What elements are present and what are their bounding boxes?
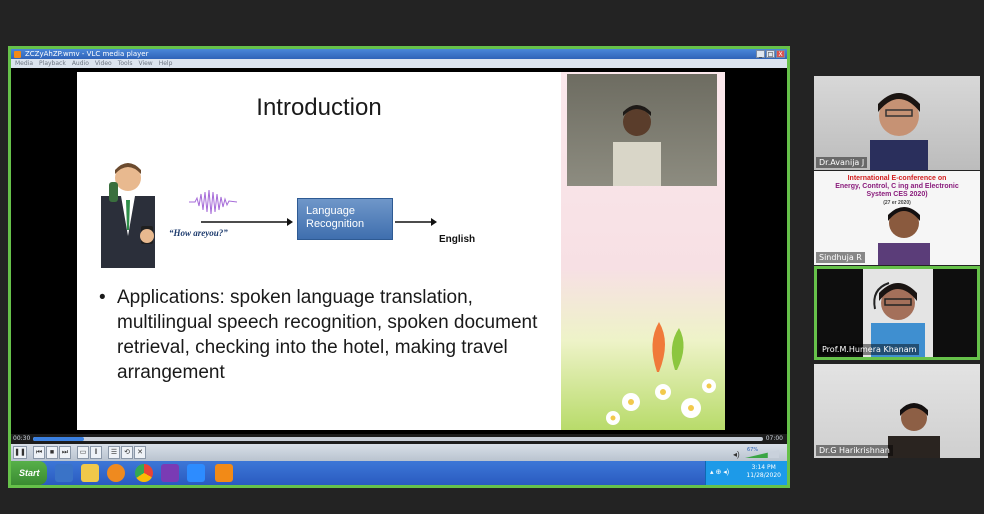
menu-video[interactable]: Video <box>95 59 112 68</box>
presentation-slide: Introduction “How areyou?” Language Reco… <box>77 72 561 430</box>
participant-tile[interactable]: Dr.Avanija J <box>814 76 980 170</box>
start-label: Start <box>19 468 40 478</box>
volume-slider[interactable]: 67% ◂) <box>733 446 781 459</box>
video-area[interactable]: Introduction “How areyou?” Language Reco… <box>11 68 787 434</box>
explorer-icon[interactable] <box>55 464 73 482</box>
participant-name: Sindhuja R <box>816 252 865 263</box>
shuffle-button[interactable]: ✕ <box>134 446 146 459</box>
participant-video <box>878 207 930 265</box>
participant-tile-active[interactable]: Prof.M.Humera Khanam <box>814 266 980 360</box>
fullscreen-button[interactable]: ▭ <box>77 446 89 459</box>
total-time: 07:00 <box>765 435 783 442</box>
folder-icon[interactable] <box>81 464 99 482</box>
seek-bar-row: 00:30 07:00 <box>11 434 787 444</box>
vlc-title-bar: ZCZyAhZP.wmv - VLC media player _ □ X <box>11 49 787 59</box>
bullet-dot-icon: • <box>99 287 106 308</box>
output-label: English <box>439 234 476 245</box>
media-player-icon[interactable] <box>107 464 125 482</box>
speech-quote: “How areyou?” <box>169 228 228 238</box>
businessman-phone-icon <box>101 163 155 268</box>
minimize-button[interactable]: _ <box>756 50 765 58</box>
loop-button[interactable]: ⟲ <box>121 446 133 459</box>
poster-line: System <box>866 191 892 198</box>
arrow-to-output-icon <box>395 218 437 226</box>
leaves-decoration <box>652 322 684 372</box>
windows-taskbar: Start ▴ ⊕ ◂) 3:14 PM 11/28/2020 <box>11 461 787 485</box>
previous-button[interactable]: ⏮ <box>33 446 45 459</box>
onenote-icon[interactable] <box>161 464 179 482</box>
vlc-menu-bar: Media Playback Audio Video Tools View He… <box>11 59 787 68</box>
window-controls: _ □ X <box>756 50 785 58</box>
flowers-decoration <box>606 379 716 425</box>
close-button[interactable]: X <box>776 50 785 58</box>
audio-wave-icon <box>189 189 237 215</box>
menu-tools[interactable]: Tools <box>118 59 133 68</box>
volume-label: 67% <box>747 447 758 453</box>
chrome-icon[interactable] <box>135 464 153 482</box>
poster-line: Energy, Control, C <box>835 183 897 190</box>
seek-bar[interactable] <box>33 437 763 441</box>
presenter-camera-panel <box>561 72 725 430</box>
participant-name: Dr.G Harikrishnan <box>816 445 893 456</box>
vlc-window-title: ZCZyAhZP.wmv - VLC media player <box>25 50 149 58</box>
clock-time: 3:14 PM <box>751 464 776 471</box>
stop-button[interactable]: ■ <box>46 446 58 459</box>
start-button[interactable]: Start <box>11 461 47 485</box>
bullet-text: Applications: spoken language translatio… <box>117 287 538 383</box>
pause-button[interactable]: ❚❚ <box>13 446 27 459</box>
clock-date: 11/28/2020 <box>746 472 781 479</box>
volume-level <box>745 452 768 458</box>
seek-progress <box>33 437 85 441</box>
menu-media[interactable]: Media <box>15 59 33 68</box>
poster-line: International E-conference on <box>847 175 947 182</box>
speaker-icon: ◂) <box>733 450 740 459</box>
playback-controls: ❚❚ ⏮ ■ ⏭ ▭ ‖ ☰ ⟲ ✕ 67% ◂) <box>11 444 787 461</box>
menu-audio[interactable]: Audio <box>72 59 89 68</box>
presenter-figure <box>613 105 661 186</box>
poster-line: CES 2020) <box>893 191 928 198</box>
menu-playback[interactable]: Playback <box>39 59 66 68</box>
next-button[interactable]: ⏭ <box>59 446 71 459</box>
menu-view[interactable]: View <box>138 59 152 68</box>
vlc-taskbar-icon[interactable] <box>215 464 233 482</box>
menu-help[interactable]: Help <box>159 59 173 68</box>
language-recognition-box: Language Recognition <box>297 198 393 240</box>
participant-video <box>888 403 940 458</box>
elapsed-time: 00:30 <box>13 435 31 442</box>
extended-settings-button[interactable]: ‖ <box>90 446 102 459</box>
participant-tile[interactable]: Dr.G Harikrishnan <box>814 364 980 458</box>
slide-title: Introduction <box>256 94 382 121</box>
participant-name: Prof.M.Humera Khanam <box>819 344 920 355</box>
tray-icons[interactable]: ▴ ⊕ ◂) <box>710 468 729 476</box>
participant-tile[interactable]: International E-conference on Energy, Co… <box>814 171 980 265</box>
participant-name: Dr.Avanija J <box>816 157 868 168</box>
participant-video <box>870 93 928 170</box>
screen-share-frame: ZCZyAhZP.wmv - VLC media player _ □ X Me… <box>8 46 790 488</box>
zoom-icon[interactable] <box>187 464 205 482</box>
clock[interactable]: 3:14 PM 11/28/2020 <box>746 464 781 480</box>
playlist-button[interactable]: ☰ <box>108 446 120 459</box>
slide-bullet: • Applications: spoken language translat… <box>99 285 559 385</box>
arrow-to-box-icon <box>201 218 293 226</box>
system-tray: ▴ ⊕ ◂) 3:14 PM 11/28/2020 <box>705 461 787 485</box>
vlc-cone-icon <box>14 51 21 58</box>
maximize-button[interactable]: □ <box>766 50 775 58</box>
presenter-video <box>567 74 717 186</box>
poster-line: ing and Electronic <box>898 183 959 190</box>
